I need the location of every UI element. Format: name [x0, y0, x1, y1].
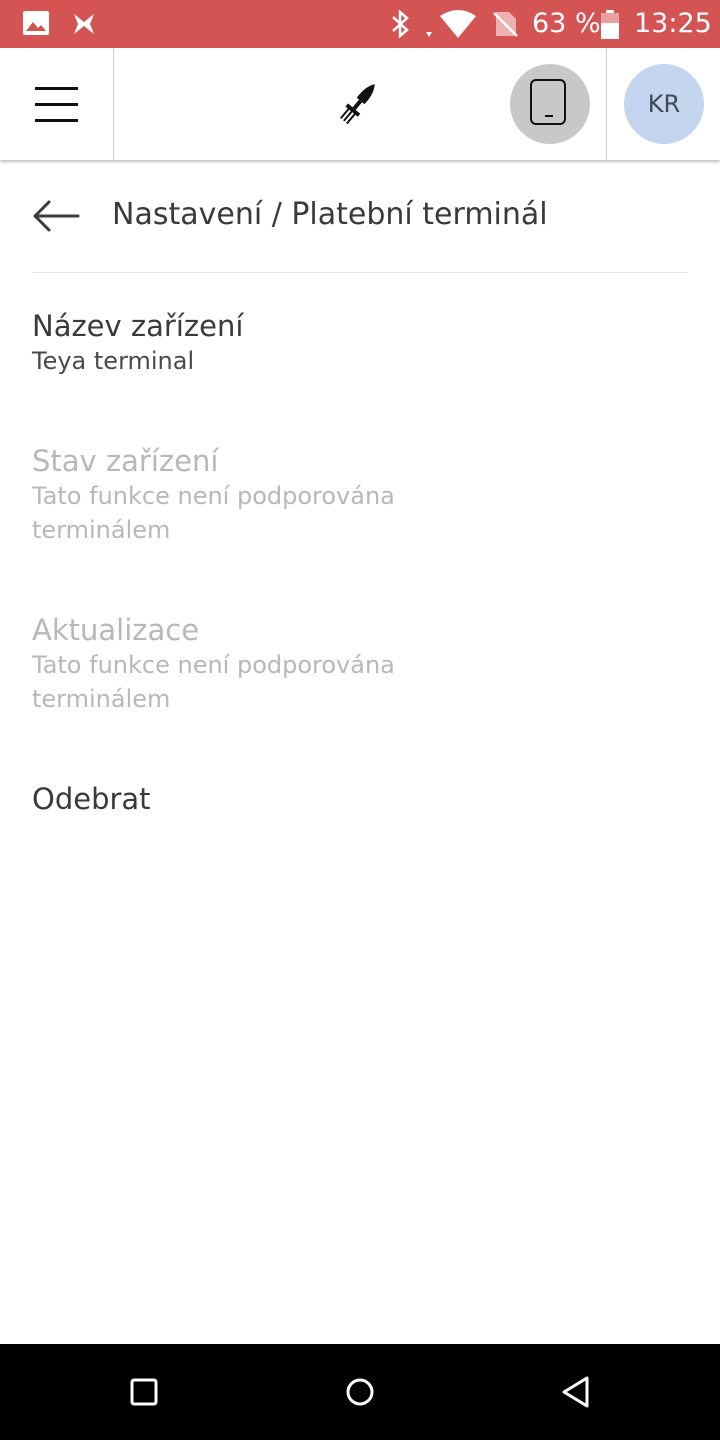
remove-button[interactable]: Odebrat [32, 781, 632, 817]
wifi-icon [426, 10, 476, 38]
bluetooth-icon [392, 9, 409, 39]
hamburger-menu-icon[interactable] [0, 48, 113, 160]
setting-label: Stav zařízení [32, 444, 219, 478]
tablet-icon [530, 79, 566, 125]
setting-label: Název zařízení [32, 309, 244, 343]
back-triangle-icon[interactable] [546, 1362, 606, 1422]
appbar-divider [113, 48, 114, 160]
setting-remove[interactable]: Odebrat [32, 781, 632, 817]
setting-label: Aktualizace [32, 613, 200, 647]
no-sim-icon [493, 12, 518, 37]
setting-updates: Aktualizace Tato funkce není podporována… [32, 612, 632, 716]
image-icon [23, 11, 49, 35]
setting-value: Tato funkce není podporována terminálem [32, 651, 395, 713]
recents-square-icon[interactable] [114, 1362, 174, 1422]
setting-value: Teya terminal [32, 347, 195, 375]
rocket-fork-logo-icon[interactable] [330, 78, 386, 130]
clock: 13:25 [634, 8, 712, 39]
avatar[interactable]: KR [624, 64, 704, 144]
app-bar: KR [0, 48, 720, 160]
setting-device-name[interactable]: Název zařízení Teya terminal [32, 308, 632, 378]
app-notification-icon [74, 14, 94, 34]
appbar-divider [606, 48, 607, 160]
battery-icon [601, 10, 619, 39]
arrow-left-icon[interactable] [32, 198, 80, 234]
status-bar: 63 % 13:25 [0, 0, 720, 48]
setting-value: Tato funkce není podporována terminálem [32, 482, 395, 544]
system-nav-bar [0, 1344, 720, 1440]
battery-percent: 63 % [532, 8, 601, 39]
setting-device-status: Stav zařízení Tato funkce není podporová… [32, 443, 632, 547]
page-title: Nastavení / Platební terminál [112, 197, 548, 232]
device-button[interactable] [510, 64, 590, 144]
home-circle-icon[interactable] [330, 1362, 390, 1422]
page-header: Nastavení / Platební terminál [32, 160, 688, 273]
